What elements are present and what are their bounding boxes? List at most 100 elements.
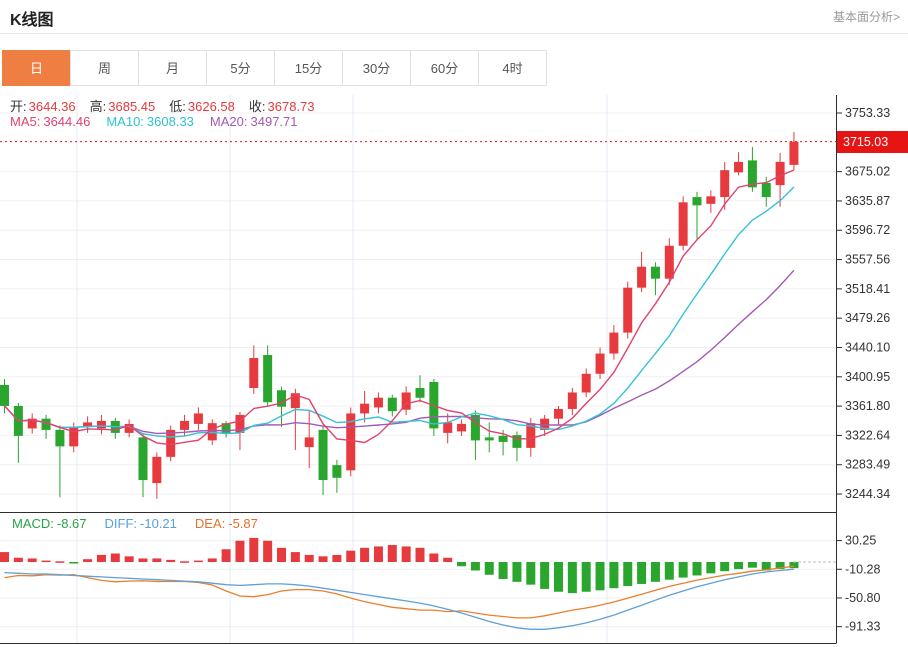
candle-body [499, 436, 508, 442]
macd-bar [208, 558, 217, 562]
macd-bar [637, 562, 646, 584]
ma-ma20-label: MA20: [210, 114, 248, 129]
period-tabs: 日周月5分15分30分60分4时 [3, 50, 547, 86]
macd-bar [512, 562, 521, 582]
tab-30min[interactable]: 30分 [342, 50, 411, 86]
tab-5min[interactable]: 5分 [206, 50, 275, 86]
ma20-line [5, 270, 794, 433]
tab-60min[interactable]: 60分 [410, 50, 479, 86]
candle-body [720, 170, 729, 197]
ma-ma5-value: 3644.46 [43, 114, 90, 129]
ma-ma20-value: 3497.71 [251, 114, 298, 129]
macd-bar [457, 562, 466, 566]
macd-bar [166, 560, 175, 562]
axis-tick-label: 3283.49 [845, 458, 890, 472]
macd-bar [734, 562, 743, 569]
candle-body [249, 358, 258, 388]
tab-day[interactable]: 日 [2, 50, 71, 86]
axis-tick-label: -10.28 [845, 562, 880, 576]
axis-tick-label: 3361.80 [845, 399, 890, 413]
macd-bar [235, 541, 244, 562]
macd-bar [596, 562, 605, 590]
macd-macd-value: -8.67 [57, 516, 87, 531]
candle-body [609, 333, 618, 354]
candle-body [651, 267, 660, 279]
axis-tick-label: 3635.87 [845, 194, 890, 208]
ohlc-close-value: 3678.73 [268, 99, 315, 114]
macd-bar [249, 538, 258, 562]
tab-15min[interactable]: 15分 [274, 50, 343, 86]
candle-body [789, 142, 798, 165]
candle-body [263, 355, 272, 402]
diff-line [5, 569, 794, 629]
ma-ma5-label: MA5: [10, 114, 40, 129]
macd-bar [429, 554, 438, 562]
axis-tick-label: 3479.26 [845, 311, 890, 325]
macd-bar [111, 554, 120, 562]
candle-body [180, 421, 189, 430]
fundamental-analysis-link[interactable]: 基本面分析> [833, 8, 900, 25]
macd-bar [291, 552, 300, 562]
macd-bar [485, 562, 494, 575]
kline-page: 3753.333675.023635.873596.723557.563518.… [0, 0, 908, 647]
candle-body [582, 374, 591, 393]
ohlc-open-value: 3644.36 [29, 99, 76, 114]
macd-bar [28, 558, 37, 562]
candle-body [139, 437, 148, 480]
candle-body [152, 457, 161, 483]
macd-bar [471, 562, 480, 570]
tab-month[interactable]: 月 [138, 50, 207, 86]
macd-bar [180, 561, 189, 563]
macd-bar [97, 555, 106, 562]
macd-bar [194, 561, 203, 563]
tab-week[interactable]: 周 [70, 50, 139, 86]
macd-bar [332, 555, 341, 562]
macd-bar [416, 548, 425, 562]
page-title: K线图 [10, 6, 54, 30]
macd-bar [526, 562, 535, 585]
macd-macd-label: MACD: [12, 516, 54, 531]
axis-tick-label: 30.25 [845, 534, 876, 548]
ohlc-open-label: 开: [10, 99, 27, 114]
candle-body [679, 202, 688, 245]
header-divider [0, 33, 908, 34]
candle-body [443, 422, 452, 432]
candle-body [596, 354, 605, 374]
macd-bar [305, 555, 314, 562]
candle-body [166, 430, 175, 457]
candle-body [69, 427, 78, 446]
axis-tick-label: -91.33 [845, 620, 880, 634]
axis-tick-label: 3322.64 [845, 428, 890, 442]
candle-body [305, 437, 314, 447]
macd-bar [139, 558, 148, 562]
axis-tick-label: 3753.33 [845, 106, 890, 120]
macd-legend: MACD:-8.67DIFF:-10.21DEA:-5.87 [12, 516, 276, 531]
ma-legend: MA5:3644.46MA10:3608.33MA20:3497.71 [10, 114, 314, 129]
candle-body [457, 424, 466, 431]
macd-bar [651, 562, 660, 582]
candle-body [194, 413, 203, 423]
candle-body [554, 409, 563, 419]
candle-body [0, 385, 9, 406]
macd-bar [582, 562, 591, 592]
ma-ma10-value: 3608.33 [147, 114, 194, 129]
macd-bar [679, 562, 688, 578]
macd-bar [14, 558, 23, 562]
candle-body [693, 197, 702, 205]
macd-bar [748, 562, 757, 568]
macd-bar [693, 562, 702, 575]
macd-diff-label: DIFF: [105, 516, 138, 531]
candle-body [332, 465, 341, 478]
tab-4hour[interactable]: 4时 [478, 50, 547, 86]
axis-tick-label: 3557.56 [845, 253, 890, 267]
ma5-line [5, 170, 794, 445]
macd-diff-value: -10.21 [140, 516, 177, 531]
macd-bar [609, 562, 618, 588]
axis-tick-label: 3440.10 [845, 340, 890, 354]
candle-body [734, 162, 743, 172]
current-price-tag: 3715.03 [837, 131, 908, 153]
ohlc-low-value: 3626.58 [188, 99, 235, 114]
macd-bar [319, 556, 328, 562]
macd-dea-value: -5.87 [228, 516, 258, 531]
axis-tick-label: 3400.95 [845, 370, 890, 384]
